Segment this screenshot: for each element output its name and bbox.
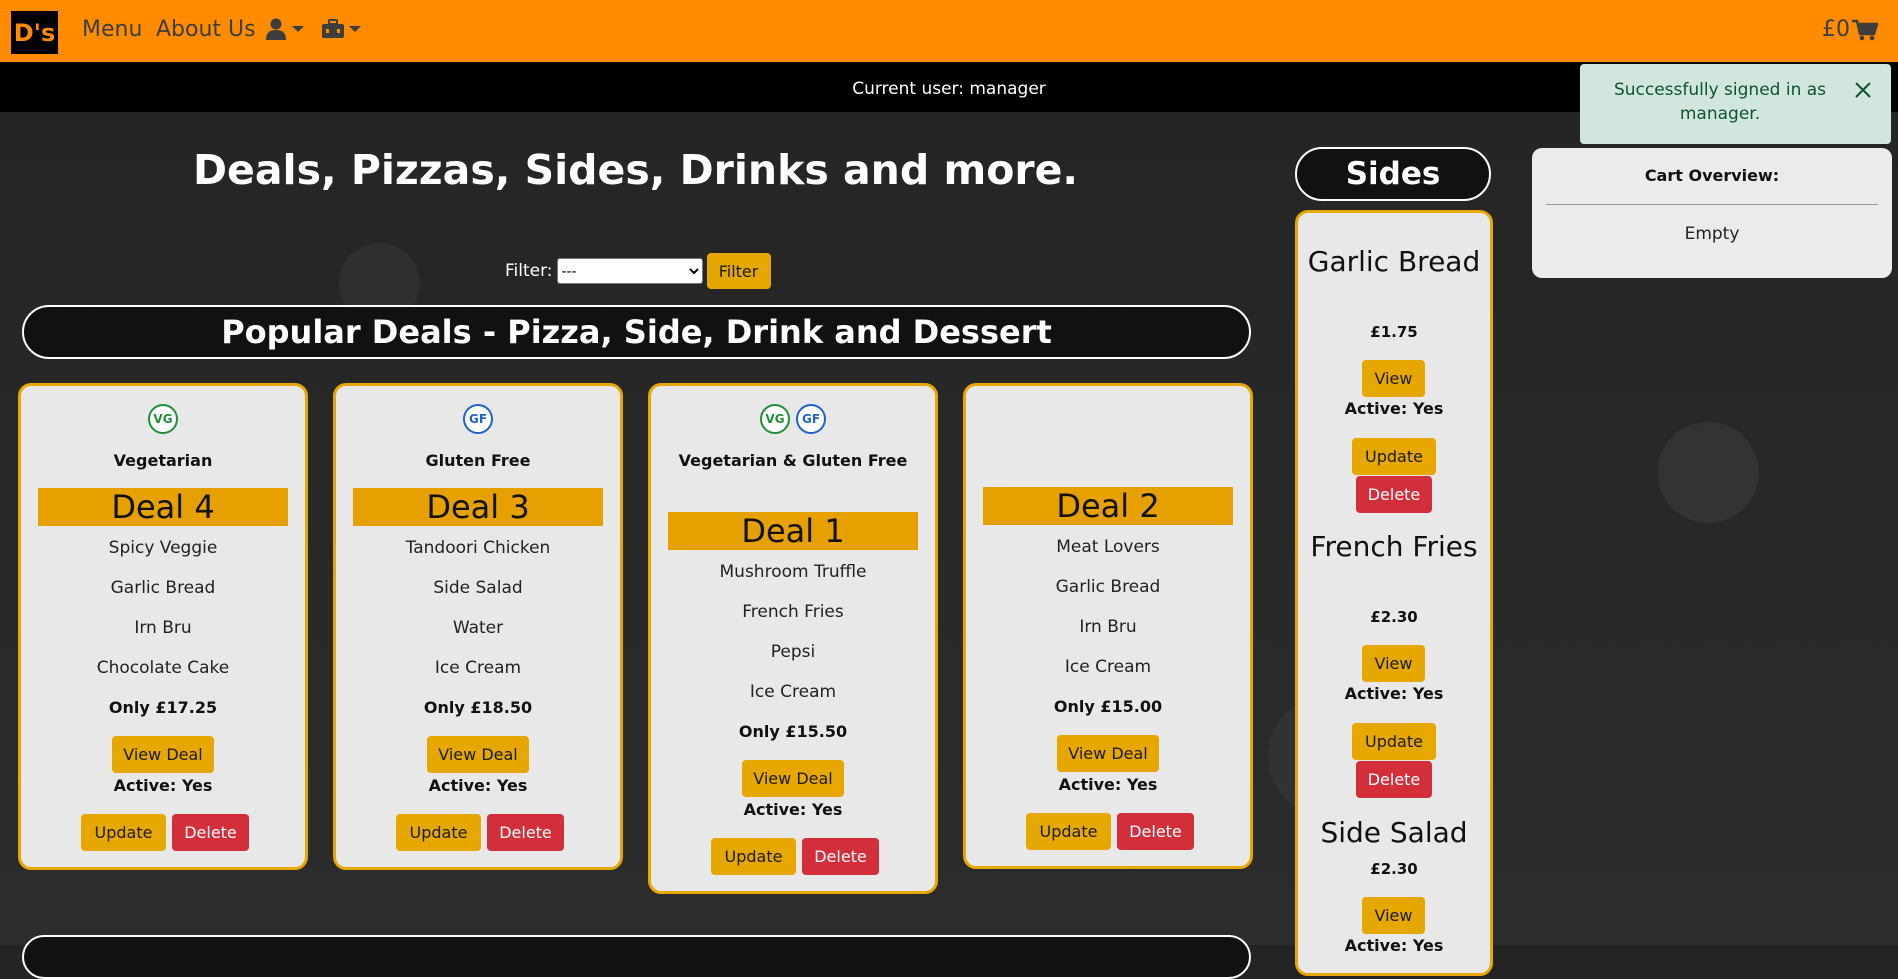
deal-price: Only £18.50 [423,698,533,717]
deal-type: Vegetarian [113,451,213,470]
delete-button[interactable]: Delete [1117,813,1194,850]
view-side-button[interactable]: View [1362,645,1425,682]
view-deal-button[interactable]: View Deal [112,736,214,773]
cart-icon [1852,19,1878,40]
deals-heading: Popular Deals - Pizza, Side, Drink and D… [22,305,1251,359]
navbar: D's Menu About Us £0 [0,0,1898,62]
deal-item: Pepsi [770,642,816,662]
deal-item: Spicy Veggie [108,538,218,558]
delete-button[interactable]: Delete [172,814,249,851]
page-title: Deals, Pizzas, Sides, Drinks and more. [193,146,1078,194]
deal-active-status: Active: Yes [1058,775,1158,794]
user-dropdown[interactable] [266,18,304,40]
chevron-down-icon [292,26,304,32]
diet-badges: VG GF [651,404,935,434]
view-deal-button[interactable]: View Deal [1057,735,1159,772]
cart-status: Empty [1684,224,1740,244]
vegetarian-badge-icon: VG [148,404,178,434]
side-active-status: Active: Yes [1344,936,1444,955]
deal-price: Only £15.00 [1053,697,1163,716]
gluten-free-badge-icon: GF [796,404,826,434]
delete-button[interactable]: Delete [802,838,879,875]
deal-active-status: Active: Yes [743,800,843,819]
deal-name: Deal 3 [353,488,603,526]
manager-tools-dropdown[interactable] [321,19,361,39]
sides-panel: Garlic Bread £1.75 View Active: Yes Upda… [1295,210,1493,976]
side-active-status: Active: Yes [1344,399,1444,418]
deal-item: Ice Cream [434,658,522,678]
update-button[interactable]: Update [1352,723,1436,760]
deal-item: Mushroom Truffle [719,562,867,582]
divider [1546,204,1878,205]
deal-item: Ice Cream [749,682,837,702]
filter-label: Filter: [505,261,553,281]
deal-active-status: Active: Yes [428,776,528,795]
update-button[interactable]: Update [396,814,481,851]
diet-badges: GF [336,404,620,434]
delete-button[interactable]: Delete [487,814,564,851]
side-price: £2.30 [1370,860,1418,878]
side-active-status: Active: Yes [1344,684,1444,703]
filter-select[interactable]: --- [556,258,703,284]
delete-button[interactable]: Delete [1356,761,1432,798]
deal-type: Gluten Free [425,451,531,470]
cart-overview-title: Cart Overview: [1644,166,1780,185]
deal-item: Irn Bru [1079,617,1137,637]
view-side-button[interactable]: View [1362,897,1425,934]
gluten-free-badge-icon: GF [463,404,493,434]
sides-heading: Sides [1295,147,1491,201]
deal-item: Chocolate Cake [96,658,230,678]
update-button[interactable]: Update [81,814,166,851]
filter-button[interactable]: Filter [706,253,771,289]
side-price: £2.30 [1370,608,1418,626]
deal-card: Deal 2 Meat Lovers Garlic Bread Irn Bru … [963,383,1253,869]
filter-form: Filter: --- Filter [505,253,771,289]
deal-card: GF Gluten Free Deal 3 Tandoori Chicken S… [333,383,623,870]
deal-card: VG Vegetarian Deal 4 Spicy Veggie Garlic… [18,383,308,870]
vegetarian-badge-icon: VG [760,404,790,434]
deal-name: Deal 1 [668,512,918,550]
deal-type: Vegetarian & Gluten Free [678,451,908,470]
side-name: French Fries [1310,530,1478,563]
side-name: Garlic Bread [1307,245,1481,278]
view-deal-button[interactable]: View Deal [427,736,529,773]
deal-item: Garlic Bread [1055,577,1161,597]
side-name: Side Salad [1320,816,1468,849]
delete-button[interactable]: Delete [1356,476,1432,513]
chevron-down-icon [349,26,361,32]
deal-item: Side Salad [433,578,523,598]
cart-overview: Cart Overview: Empty [1532,148,1892,278]
signin-toast: Successfully signed in as manager. [1580,64,1891,144]
update-button[interactable]: Update [1352,438,1436,475]
logo[interactable]: D's [11,11,58,54]
deal-item: Meat Lovers [1056,537,1160,557]
nav-menu-link[interactable]: Menu [82,17,142,42]
close-icon[interactable] [1853,80,1873,100]
deal-item: Garlic Bread [110,578,216,598]
next-section-heading [22,935,1251,979]
deal-name: Deal 4 [38,488,288,526]
cart-total: £0 [1822,17,1850,42]
deal-active-status: Active: Yes [113,776,213,795]
deal-card: VG GF Vegetarian & Gluten Free Deal 1 Mu… [648,383,938,894]
side-price: £1.75 [1370,323,1418,341]
deal-item: Tandoori Chicken [405,538,551,558]
deal-item: Irn Bru [134,618,192,638]
deal-item: French Fries [742,602,844,622]
view-deal-button[interactable]: View Deal [742,760,844,797]
cart-link[interactable]: £0 [1822,17,1878,42]
deal-price: Only £15.50 [738,722,848,741]
deal-item: Water [452,618,504,638]
deal-price: Only £17.25 [108,698,218,717]
diet-badges: VG [21,404,305,434]
nav-about-link[interactable]: About Us [156,17,256,42]
user-icon [266,18,286,40]
toolbox-icon [322,19,344,38]
deal-name: Deal 2 [983,487,1233,525]
view-side-button[interactable]: View [1362,360,1425,397]
update-button[interactable]: Update [711,838,796,875]
toast-message: Successfully signed in as manager. [1613,80,1827,124]
deal-item: Ice Cream [1064,657,1152,677]
update-button[interactable]: Update [1026,813,1111,850]
